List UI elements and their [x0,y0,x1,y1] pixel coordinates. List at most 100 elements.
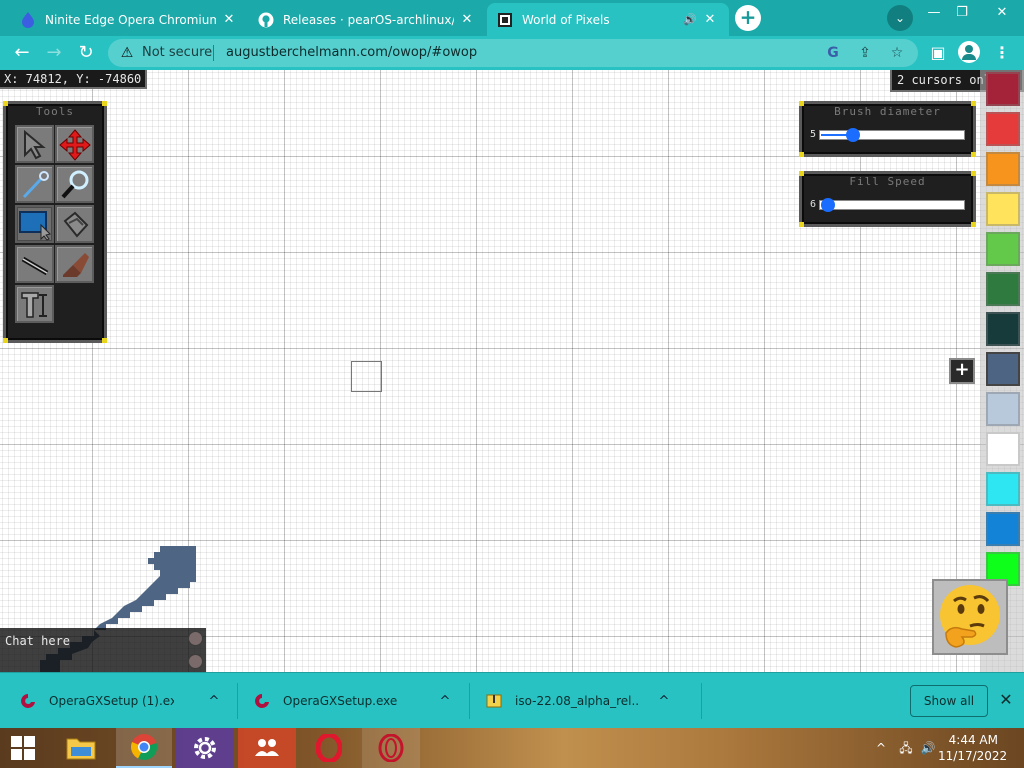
taskbar-chrome[interactable] [116,728,172,768]
forward-button[interactable]: → [41,40,67,66]
security-label[interactable]: Not secure [142,45,212,60]
zoom-icon [61,170,89,199]
panel-corner [971,171,976,176]
brush-diameter-panel: Brush diameter 5 [799,101,976,157]
pipette-icon [22,171,49,199]
tool-pipette[interactable] [15,165,54,203]
tab-world-of-pixels[interactable]: World of Pixels 🔊 ✕ [487,3,729,36]
tab-ninite[interactable]: Ninite Edge Opera Chromium Ur ✕ [10,3,248,36]
back-button[interactable]: ← [9,40,35,66]
show-all-button[interactable]: Show all [910,685,988,717]
url-text[interactable]: augustberchelmann.com/owop/#owop [226,45,477,60]
start-button[interactable] [0,728,46,768]
chat-toggle-button[interactable] [188,631,203,646]
download-item[interactable]: OperaGXSetup (1).exe ^ [0,673,224,729]
add-color-button[interactable]: + [949,358,975,384]
taskbar-people[interactable] [238,728,296,768]
panel-corner [102,338,107,343]
taskbar-opera[interactable] [300,728,358,768]
share-icon[interactable]: ⇪ [855,43,875,63]
text-icon [21,292,47,318]
chevron-up-icon[interactable]: ^ [204,694,224,709]
panel-corner [799,222,804,227]
color-swatch[interactable] [986,152,1020,186]
chrome-icon [131,734,158,761]
pixel-canvas[interactable]: X: 74812, Y: -74860 2 cursors online Too… [0,70,1024,672]
tab-search-button[interactable]: ⌄ [887,5,913,31]
color-swatch[interactable] [986,312,1020,346]
menu-icon[interactable]: ⋮ [989,40,1015,66]
window-close-button[interactable]: ✕ [987,2,1017,24]
tray-chevron-icon[interactable]: ^ [874,728,888,768]
color-swatch[interactable] [986,392,1020,426]
star-icon[interactable]: ☆ [887,43,907,63]
tab-strip: Ninite Edge Opera Chromium Ur ✕ Releases… [0,0,1024,36]
tool-text[interactable] [15,285,54,323]
close-downloads-button[interactable]: ✕ [996,690,1016,710]
warning-icon[interactable]: ⚠ [118,44,136,62]
chat-input[interactable]: Chat here [5,634,70,648]
download-item[interactable]: OperaGXSetup.exe ^ [234,673,455,729]
chevron-up-icon[interactable]: ^ [654,694,674,709]
tool-fill[interactable] [55,205,94,243]
tool-zoom[interactable] [55,165,94,203]
fill-speed-panel: Fill Speed 6 [799,171,976,227]
color-swatch[interactable] [986,512,1020,546]
avatar[interactable] [958,41,980,63]
download-bar: OperaGXSetup (1).exe ^ OperaGXSetup.exe … [0,672,1024,728]
fill-speed-title: Fill Speed [849,175,926,188]
reload-button[interactable]: ↻ [73,40,99,66]
close-icon[interactable]: ✕ [701,12,719,27]
slider-knob[interactable] [846,128,860,142]
chevron-up-icon[interactable]: ^ [435,694,455,709]
speaker-icon[interactable]: 🔊 [683,13,697,26]
new-tab-button[interactable]: + [735,5,761,31]
slider-track[interactable] [819,128,965,142]
color-swatch[interactable] [986,72,1020,106]
google-icon[interactable]: G [823,43,843,63]
minimize-button[interactable]: — [919,2,949,24]
taskbar-file-explorer[interactable] [58,728,104,768]
emoji-button[interactable] [932,579,1008,655]
brush-diameter-slider[interactable]: 5 [810,128,965,142]
tool-line[interactable] [15,245,54,283]
sidebar-icon[interactable]: ▣ [925,40,951,66]
tab-releases[interactable]: Releases · pearOS-archlinux/iso ✕ [248,3,486,36]
tool-cursor[interactable] [15,125,54,163]
tool-move[interactable] [55,125,94,163]
clock-date: 11/17/2022 [938,749,1008,763]
slider-track[interactable] [819,198,965,212]
color-swatch[interactable] [986,432,1020,466]
slider-knob[interactable] [821,198,835,212]
download-item[interactable]: iso-22.08_alpha_rel....zip ^ [466,673,674,729]
tool-eraser[interactable] [55,245,94,283]
fill-icon [63,211,89,238]
close-icon[interactable]: ✕ [458,12,476,27]
opera-gx-icon [21,694,35,708]
taskbar-settings[interactable] [176,728,234,768]
network-icon[interactable]: 🖧 [896,728,916,768]
cursor-icon [24,129,46,160]
color-swatch[interactable] [986,112,1020,146]
restore-button[interactable]: ❐ [947,2,977,24]
color-swatch[interactable] [986,272,1020,306]
fill-speed-slider[interactable]: 6 [810,198,965,212]
volume-icon[interactable]: 🔊 [918,728,938,768]
color-swatch[interactable] [986,472,1020,506]
address-bar[interactable]: ⚠ Not secure augustberchelmann.com/owop/… [108,39,918,67]
divider [701,683,702,719]
color-swatch[interactable] [986,192,1020,226]
color-swatch[interactable] [985,351,1021,387]
panel-corner [971,222,976,227]
taskbar-opera-gx[interactable] [362,728,420,768]
color-swatch[interactable] [986,232,1020,266]
eraser-icon [63,253,89,277]
close-icon[interactable]: ✕ [220,12,238,27]
owop-icon [497,12,513,28]
opera-gx-icon [255,694,269,708]
chat-minimize-button[interactable] [188,654,203,669]
thinking-face-icon [940,585,1000,648]
tab-title: World of Pixels [522,12,610,27]
clock[interactable]: 4:44 AM 11/17/2022 [938,732,1008,764]
tool-area-select[interactable] [15,205,54,243]
